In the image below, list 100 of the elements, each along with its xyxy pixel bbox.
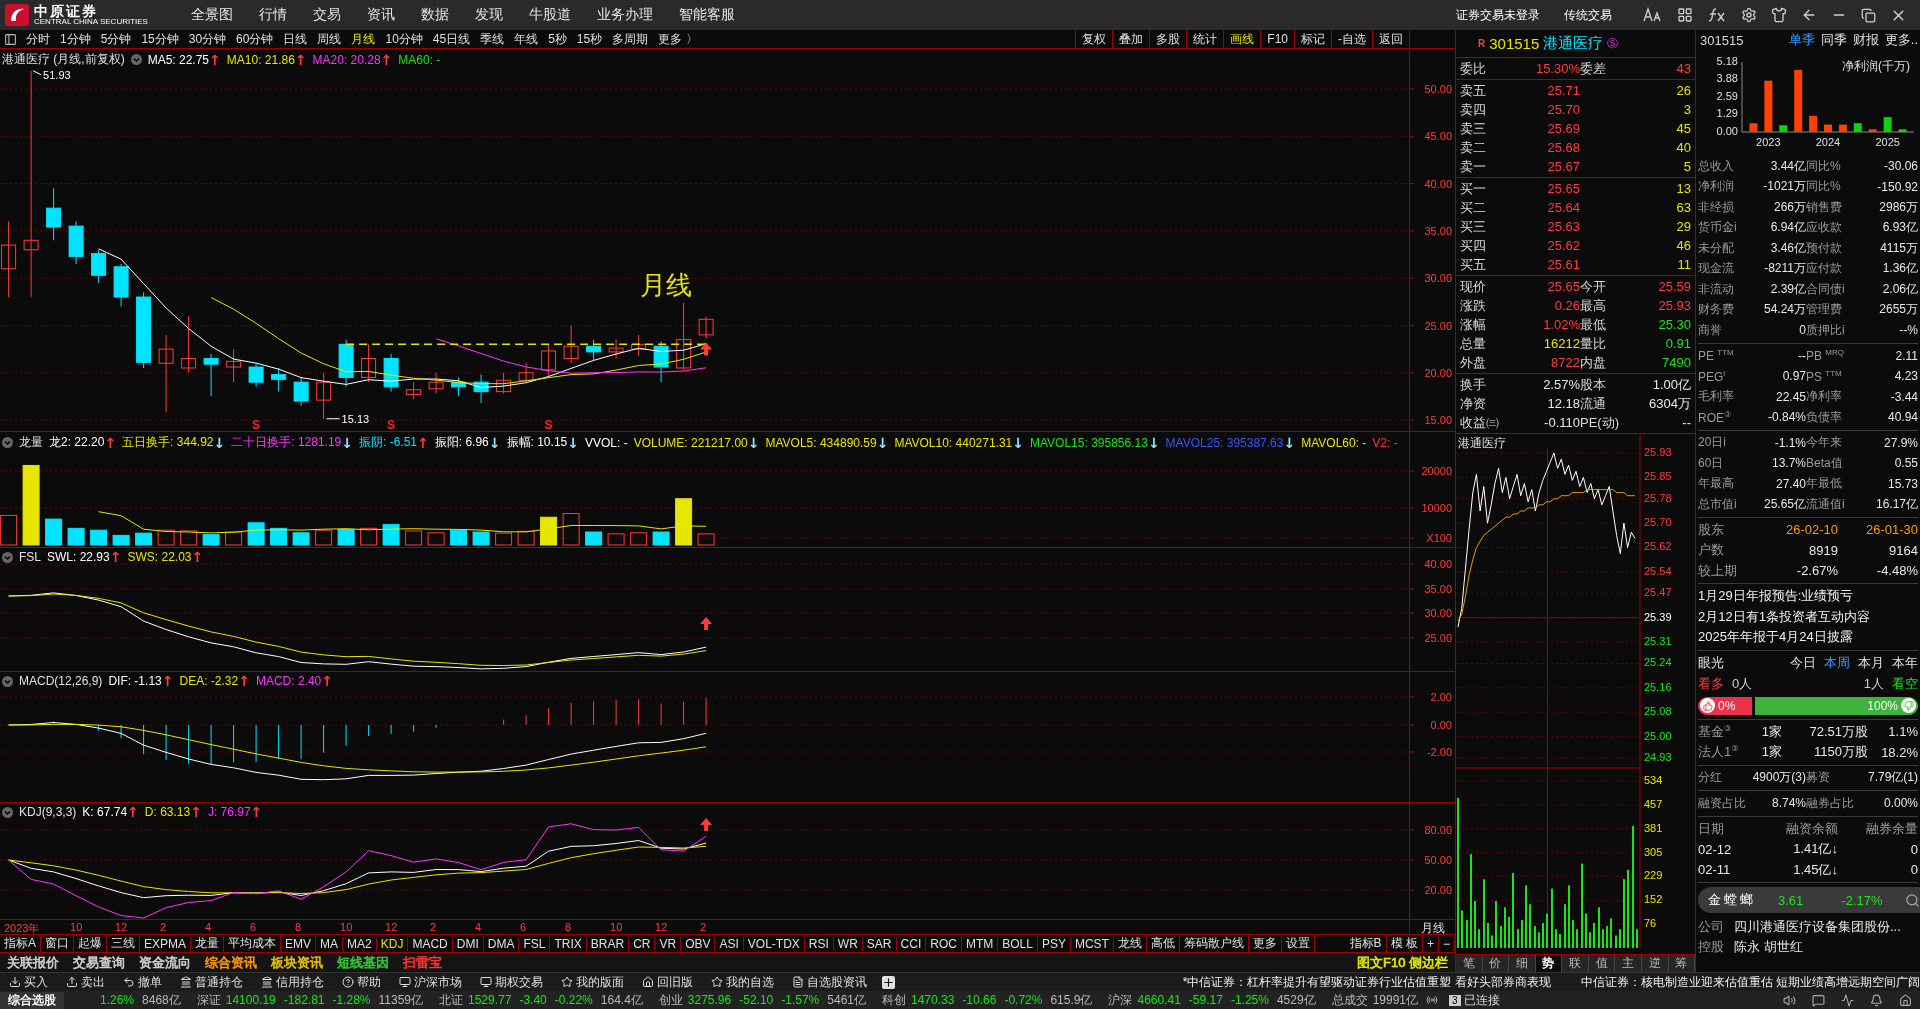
- speaker-icon[interactable]: [1783, 993, 1796, 1007]
- indicator-tab[interactable]: ASI: [715, 936, 744, 951]
- link-tab[interactable]: 交易查询: [66, 953, 132, 972]
- period-tab[interactable]: 多周期: [607, 30, 654, 48]
- indicator-tab[interactable]: DMI: [452, 936, 484, 951]
- indicator-tab[interactable]: −: [1439, 936, 1455, 951]
- floating-ticker[interactable]: 金螳螂 3.61 -2.17%: [1698, 887, 1920, 913]
- period-tab[interactable]: 分时: [21, 30, 55, 48]
- indicator-tab[interactable]: BOLL: [998, 936, 1038, 951]
- collapse-icon[interactable]: [2, 806, 13, 818]
- menu-item[interactable]: 资讯: [354, 6, 408, 24]
- indicator-tab[interactable]: VOL-TDX: [743, 936, 805, 951]
- top-link[interactable]: 证券交易未登录: [1456, 6, 1540, 24]
- shirt-icon[interactable]: [1771, 7, 1787, 23]
- indicator-tab[interactable]: 三线: [107, 935, 140, 952]
- action-button[interactable]: 我的自选: [702, 973, 783, 991]
- menu-item[interactable]: 行情: [246, 6, 300, 24]
- indicator-tab[interactable]: RSI: [804, 936, 834, 951]
- back-icon[interactable]: [1801, 7, 1817, 23]
- action-button[interactable]: 信用持仓: [252, 973, 333, 991]
- indicator-tab[interactable]: DMA: [483, 936, 520, 951]
- toolbar-button[interactable]: 标记: [1294, 29, 1331, 49]
- font-size-icon[interactable]: [1643, 7, 1663, 23]
- indicator-tab[interactable]: EMV: [281, 936, 317, 951]
- report-tab[interactable]: 财报: [1852, 31, 1879, 49]
- toolbar-button[interactable]: F10: [1260, 29, 1294, 49]
- action-button[interactable]: 撤单: [114, 973, 171, 991]
- indicator-tab[interactable]: SAR: [862, 936, 897, 951]
- settings-icon[interactable]: [1741, 7, 1757, 23]
- add-icon[interactable]: [882, 975, 895, 989]
- toolbar-button[interactable]: 叠加: [1112, 29, 1150, 49]
- period-tab[interactable]: 15秒: [571, 30, 608, 48]
- action-button[interactable]: 自选股资讯: [783, 973, 876, 991]
- toolbar-button[interactable]: 复权: [1075, 29, 1113, 49]
- report-tab[interactable]: 更多..: [1884, 31, 1918, 49]
- panel-tab[interactable]: 筹: [1668, 955, 1696, 972]
- collapse-icon[interactable]: [2, 551, 13, 563]
- function-icon[interactable]: [1707, 7, 1727, 23]
- link-tab[interactable]: 板块资讯: [264, 953, 330, 972]
- indicator-tab[interactable]: VR: [655, 936, 682, 951]
- indicator-tab[interactable]: MA: [316, 936, 344, 951]
- period-tab[interactable]: 本年: [1892, 654, 1918, 672]
- indicator-tab[interactable]: 高低: [1146, 935, 1180, 952]
- indicator-tab[interactable]: 更多: [1248, 935, 1282, 952]
- action-button[interactable]: 普通持仓: [171, 973, 252, 991]
- period-tab[interactable]: 60分钟: [231, 30, 279, 48]
- news-ticker[interactable]: 中信证券：核电制造业迎来估值重估 短期业绩高增远期空间广阔: [1580, 973, 1920, 991]
- period-tab[interactable]: 本月: [1858, 654, 1884, 672]
- indicator-tab[interactable]: 模 板: [1386, 935, 1423, 952]
- action-button[interactable]: 我的版面: [552, 973, 633, 991]
- action-button[interactable]: 沪深市场: [390, 973, 471, 991]
- restore-icon[interactable]: [1861, 7, 1876, 23]
- indicator-tab[interactable]: 指标B: [1345, 935, 1387, 952]
- indicator-tab[interactable]: CR: [629, 936, 656, 951]
- period-tab[interactable]: 本周: [1824, 654, 1850, 672]
- period-tab[interactable]: 周线: [312, 30, 347, 48]
- indicator-tab[interactable]: 筹码散户线: [1179, 935, 1249, 952]
- period-tab[interactable]: 30分钟: [183, 30, 232, 48]
- action-button[interactable]: 回旧版: [633, 973, 702, 991]
- period-tab[interactable]: 10分钟: [380, 30, 428, 48]
- action-button[interactable]: 帮助: [333, 973, 390, 991]
- indicator-tab[interactable]: MCST: [1070, 936, 1114, 951]
- link-tab[interactable]: 短线基因: [330, 953, 396, 972]
- toolbar-button[interactable]: 返回: [1372, 29, 1409, 49]
- news-link[interactable]: 2月12日有1条投资者互动内容: [1698, 606, 1918, 627]
- menu-item[interactable]: 交易: [300, 6, 354, 24]
- home-icon[interactable]: [1899, 993, 1912, 1007]
- action-button[interactable]: 期权交易: [471, 973, 552, 991]
- indicator-tab[interactable]: EXPMA: [140, 936, 192, 951]
- news-ticker[interactable]: *中信证券：杠杆率提升有望驱动证券行业估值重塑 看好头部券商表现: [1182, 973, 1551, 991]
- action-button[interactable]: 卖出: [57, 973, 114, 991]
- period-tab[interactable]: 日线: [278, 30, 313, 48]
- indicator-tab[interactable]: PSY: [1037, 936, 1071, 951]
- indicator-tab[interactable]: WR: [833, 936, 863, 951]
- pulse-icon[interactable]: [1841, 993, 1854, 1007]
- toolbar-button[interactable]: 统计: [1186, 29, 1224, 49]
- news-link[interactable]: 1月29日年报预告:业绩预亏: [1698, 586, 1918, 607]
- period-tab[interactable]: 15分钟: [136, 30, 184, 48]
- action-button[interactable]: 买入: [0, 973, 57, 991]
- period-tab[interactable]: 月线: [346, 30, 381, 48]
- indicator-tab[interactable]: 龙量: [191, 935, 225, 952]
- toolbar-button[interactable]: 画线: [1223, 29, 1261, 49]
- indicator-tab[interactable]: CCI: [896, 936, 927, 951]
- menu-item[interactable]: 智能客服: [666, 6, 748, 24]
- link-tab[interactable]: 扫雷宝: [396, 953, 449, 972]
- menu-item[interactable]: 全景图: [178, 6, 246, 24]
- grid-icon[interactable]: [1677, 7, 1693, 23]
- menu-item[interactable]: 业务办理: [584, 6, 666, 24]
- collapse-icon[interactable]: [2, 675, 13, 687]
- toolbar-button[interactable]: 多股: [1149, 29, 1187, 49]
- indicator-tab[interactable]: 龙线: [1113, 935, 1147, 952]
- period-tab[interactable]: 5分钟: [95, 30, 137, 48]
- indicator-tab[interactable]: MTM: [961, 936, 999, 951]
- period-tab[interactable]: 年线: [509, 30, 544, 48]
- message-icon[interactable]: [1812, 993, 1825, 1007]
- panel-tab[interactable]: 主: [1615, 955, 1642, 972]
- period-tab[interactable]: 更多 〉: [653, 30, 703, 48]
- panel-tab[interactable]: 笔: [1456, 955, 1483, 972]
- panel-tab[interactable]: 价: [1482, 955, 1510, 972]
- top-link[interactable]: 传统交易: [1564, 6, 1612, 24]
